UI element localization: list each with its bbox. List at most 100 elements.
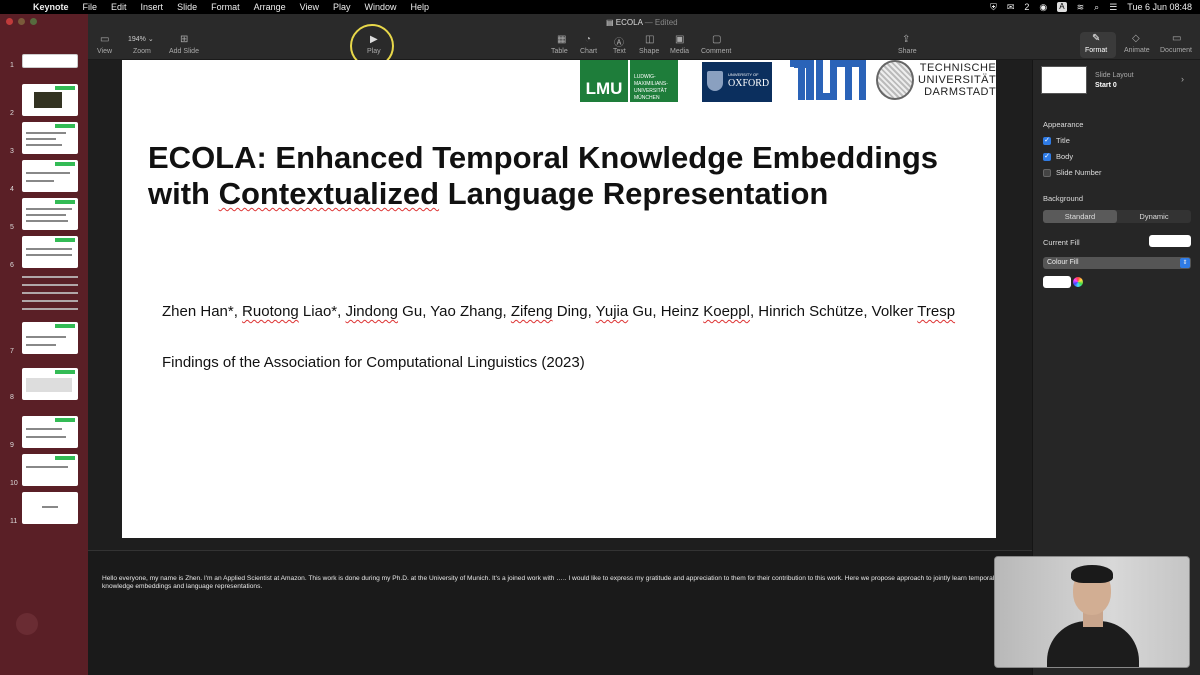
comment-icon[interactable]: ▢ <box>712 34 721 45</box>
skipped-slide-divider[interactable] <box>22 284 78 286</box>
title-line-2: with Contextualized Language Representat… <box>148 176 994 212</box>
tab-document[interactable]: Document <box>1160 47 1192 54</box>
minimize-window-button[interactable] <box>18 18 25 25</box>
shield-icon[interactable]: ⛨ <box>990 2 997 13</box>
slide-number-1: 1 <box>10 62 14 69</box>
table-button[interactable]: Table <box>551 48 568 55</box>
share-icon[interactable]: ⇪ <box>902 34 910 45</box>
slide-thumbnail-10[interactable] <box>22 454 78 486</box>
wechat-icon[interactable]: ✉ <box>1007 2 1015 13</box>
input-source-icon[interactable]: A <box>1057 2 1067 12</box>
chart-button[interactable]: Chart <box>580 48 597 55</box>
chevron-right-icon[interactable]: › <box>1181 74 1184 84</box>
slide-thumbnail-6[interactable] <box>22 236 78 268</box>
thumb-logos <box>55 200 75 204</box>
menu-slide[interactable]: Slide <box>170 2 204 12</box>
menu-app-name[interactable]: Keynote <box>26 2 76 12</box>
slide-thumbnail-9[interactable] <box>22 416 78 448</box>
menu-arrange[interactable]: Arrange <box>247 2 293 12</box>
shape-button[interactable]: Shape <box>639 48 659 55</box>
menu-file[interactable]: File <box>76 2 105 12</box>
color-well[interactable] <box>1043 276 1071 288</box>
menu-view[interactable]: View <box>293 2 326 12</box>
slide-thumbnail-7[interactable] <box>22 322 78 354</box>
view-button-label[interactable]: View <box>97 48 112 55</box>
slide-thumbnail-8[interactable] <box>22 368 78 400</box>
presenter-notes-text[interactable]: Hello everyone, my name is Zhen. I'm an … <box>102 575 1002 591</box>
author-spellcheck-word: Koeppl <box>703 303 750 320</box>
share-button[interactable]: Share <box>898 48 917 55</box>
add-slide-icon[interactable]: ⊞ <box>180 34 188 45</box>
play-circle-icon[interactable]: ◉ <box>1039 2 1047 13</box>
menu-window[interactable]: Window <box>358 2 404 12</box>
current-fill-swatch[interactable] <box>1149 235 1191 247</box>
skipped-slide-divider[interactable] <box>22 308 78 310</box>
title-checkbox-row[interactable]: ✓ Title <box>1043 136 1070 145</box>
document-name: ECOLA <box>615 18 643 27</box>
slide[interactable]: LMU LUDWIG-MAXIMILIANS-UNIVERSITÄT MÜNCH… <box>122 60 996 538</box>
wifi-icon[interactable]: ≋ <box>1077 2 1085 13</box>
dynamic-segment[interactable]: Dynamic <box>1117 210 1191 223</box>
slide-number-checkbox[interactable] <box>1043 168 1051 177</box>
slide-layout-thumbnail[interactable] <box>1041 66 1087 94</box>
menu-insert[interactable]: Insert <box>134 2 171 12</box>
thumb-text-line <box>42 506 58 508</box>
search-icon[interactable]: ⌕ <box>1094 2 1099 13</box>
comment-button[interactable]: Comment <box>701 48 731 55</box>
text-button[interactable]: Text <box>613 48 626 55</box>
control-center-icon[interactable]: ☰ <box>1109 2 1117 13</box>
media-button[interactable]: Media <box>670 48 689 55</box>
tab-format[interactable]: Format <box>1085 47 1107 54</box>
appearance-heading: Appearance <box>1043 120 1084 129</box>
slide-layout-value[interactable]: Start 0 <box>1095 82 1117 89</box>
format-brush-icon[interactable]: ✎ <box>1092 33 1100 44</box>
title-checkbox[interactable]: ✓ <box>1043 136 1051 145</box>
slide-thumbnail-1[interactable] <box>22 54 78 68</box>
menubar-clock[interactable]: Tue 6 Jun 08:48 <box>1127 2 1192 12</box>
color-wheel-icon[interactable] <box>1073 277 1083 287</box>
skipped-slide-divider[interactable] <box>22 292 78 294</box>
slide-thumbnail-4[interactable] <box>22 160 78 192</box>
slide-venue[interactable]: Findings of the Association for Computat… <box>162 354 585 371</box>
presenter-notes[interactable]: Hello everyone, my name is Zhen. I'm an … <box>88 550 1032 675</box>
menu-help[interactable]: Help <box>404 2 437 12</box>
document-tab-icon[interactable]: ▭ <box>1172 33 1181 44</box>
view-icon[interactable]: ▭ <box>100 34 109 45</box>
oxford-logo: UNIVERSITY OF OXFORD <box>702 62 772 102</box>
document-status: — Edited <box>644 18 678 27</box>
current-fill-label: Current Fill <box>1043 238 1080 247</box>
table-icon[interactable]: ▦ <box>557 34 566 45</box>
skipped-slide-divider[interactable] <box>22 276 78 278</box>
text-icon[interactable]: Ⓐ <box>614 34 624 49</box>
zoom-select[interactable]: 194% ⌄ <box>128 35 154 43</box>
slide-title[interactable]: ECOLA: Enhanced Temporal Knowledge Embed… <box>148 140 994 212</box>
close-window-button[interactable] <box>6 18 13 25</box>
chart-icon[interactable]: ◔ <box>585 34 591 45</box>
slide-number-checkbox-row[interactable]: Slide Number <box>1043 168 1101 177</box>
add-slide-button[interactable]: Add Slide <box>169 48 199 55</box>
slide-thumbnail-3[interactable] <box>22 122 78 154</box>
slide-thumbnail-11[interactable] <box>22 492 78 524</box>
skipped-slide-divider[interactable] <box>22 300 78 302</box>
tab-animate[interactable]: Animate <box>1124 47 1150 54</box>
body-checkbox[interactable]: ✓ <box>1043 152 1051 161</box>
slide-authors[interactable]: Zhen Han*, Ruotong Liao*, Jindong Gu, Ya… <box>162 303 955 320</box>
animate-icon[interactable]: ◇ <box>1132 33 1140 44</box>
slide-number-6: 6 <box>10 262 14 269</box>
zoom-window-button[interactable] <box>30 18 37 25</box>
thumb-text-line <box>26 466 68 468</box>
menu-format[interactable]: Format <box>204 2 247 12</box>
slide-number-5: 5 <box>10 224 14 231</box>
media-icon[interactable]: ▣ <box>675 34 684 45</box>
inspector-tabs: ✎ Format ◇ Animate ▭ Document <box>1032 14 1200 60</box>
slide-thumbnail-5[interactable] <box>22 198 78 230</box>
slide-thumbnail-2[interactable] <box>22 84 78 116</box>
oxford-crest-icon <box>707 71 723 91</box>
menu-edit[interactable]: Edit <box>104 2 134 12</box>
fill-type-select[interactable]: Colour Fill ⇕ <box>1043 257 1191 269</box>
shape-icon[interactable]: ◫ <box>645 34 654 45</box>
body-checkbox-row[interactable]: ✓ Body <box>1043 152 1073 161</box>
thumb-text-line <box>26 208 72 210</box>
menu-play[interactable]: Play <box>326 2 358 12</box>
standard-segment[interactable]: Standard <box>1043 210 1117 223</box>
